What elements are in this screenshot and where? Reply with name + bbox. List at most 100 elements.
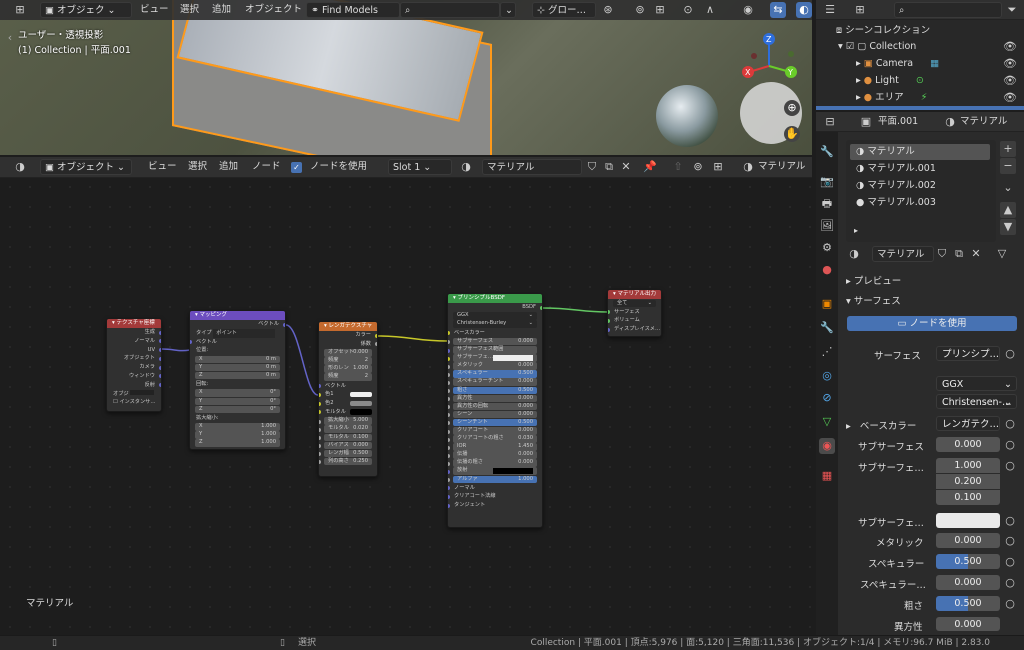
menu-object[interactable]: オブジェクト <box>245 3 302 17</box>
socket-clearcoat-normal[interactable]: クリアコート法線 <box>448 492 542 501</box>
scene-collection-row[interactable]: ⧈ シーンコレクション <box>836 24 930 38</box>
node-brick-texture[interactable]: ▾ レンガテクスチャ カラー 係数 オフセット 0.000 頻度 2 形のレン 1.0… <box>318 321 378 477</box>
outliner-type-icon[interactable]: ☰ <box>822 2 838 18</box>
remove-slot-icon[interactable]: − <box>1000 158 1016 174</box>
sss-method-dropdown[interactable]: Christensen-… ⌄ <box>936 394 1017 409</box>
scene-tab-icon[interactable]: ⚙ <box>819 240 835 256</box>
base-color-row[interactable]: ▸ ベースカラー <box>846 418 916 432</box>
prop-specular-tint-value[interactable]: 0.000 <box>936 575 1000 590</box>
socket-volume[interactable]: ボリューム <box>608 316 661 325</box>
use-nodes-button[interactable]: ▭ ノードを使用 <box>847 316 1017 331</box>
bsdf-field[interactable]: 伝播の粗さ 0.000 <box>448 459 537 467</box>
scale-y[interactable]: Y 1.000 <box>195 431 280 439</box>
rotation-z[interactable]: Z 0° <box>195 405 280 414</box>
bsdf-field[interactable]: クリアコートの粗さ 0.030 <box>448 435 537 443</box>
material-preview-icon[interactable]: ◑ <box>740 159 756 175</box>
brick-frequency-1[interactable]: 頻度 2 <box>324 357 372 365</box>
snap-mode-icon[interactable]: ⊞ <box>710 159 726 175</box>
node-header[interactable]: ▾ マテリアル出力 <box>608 290 661 299</box>
outliner-search-input[interactable]: ⌕ <box>894 2 1002 18</box>
socket-normal[interactable]: ノーマル <box>107 337 161 346</box>
instancer-checkbox[interactable]: ☐ インスタンサ… <box>107 398 161 407</box>
rotation-x[interactable]: X 0° <box>195 389 280 397</box>
eye-icon[interactable]: 👁 <box>1002 56 1018 72</box>
socket-normal[interactable]: ノーマル <box>448 484 542 493</box>
socket-fac-out[interactable]: 係数 <box>319 340 377 349</box>
render-tab-icon[interactable]: 📷 <box>819 174 835 190</box>
zoom-icon[interactable]: ⊕ <box>784 100 800 116</box>
bsdf-field[interactable]: シーンチント 0.500 <box>448 418 537 427</box>
rotation-y[interactable]: Y 0° <box>195 397 280 406</box>
type-dropdown[interactable]: タイプ ポイント <box>190 328 285 338</box>
gizmo-toggle-icon[interactable]: ⇆ <box>770 2 786 18</box>
snap-icon[interactable]: ⊚ <box>632 2 648 18</box>
socket-mortar[interactable]: モルタル <box>319 408 377 417</box>
material-slot-list[interactable]: ◑ マテリアル ◑ マテリアル.001 ◑ マテリアル.002 ● マテリアル.… <box>846 140 996 242</box>
node-editor-type-icon[interactable]: ◑ <box>12 159 28 175</box>
menu-add[interactable]: 追加 <box>212 3 231 17</box>
distribution-dropdown[interactable]: GGX ⌄ <box>936 376 1017 391</box>
add-slot-icon[interactable]: + <box>1000 141 1016 157</box>
socket-vector-in[interactable]: ベクトル <box>319 382 377 391</box>
prop-subsurface-radius-y[interactable]: 0.200 <box>936 474 1000 489</box>
bsdf-field[interactable]: 粗さ 0.500 <box>448 386 537 395</box>
surface-panel-header[interactable]: ▾ サーフェス <box>846 293 901 307</box>
material-slot-0[interactable]: ◑ マテリアル <box>850 144 990 160</box>
node-material-output[interactable]: ▾ マテリアル出力 全て ⌄ サーフェス ボリューム ディスプレイスメ… <box>607 289 662 337</box>
base-color-dropdown[interactable]: レンガテク… <box>936 416 1000 431</box>
node-header[interactable]: ▾ マッピング <box>190 311 285 320</box>
bsdf-field[interactable]: メタリック 0.000 <box>448 362 537 370</box>
brick-bias[interactable]: バイアス 0.000 <box>319 441 372 450</box>
world-tab-icon[interactable]: ● <box>819 262 835 278</box>
bsdf-field[interactable]: 異方性の回転 0.000 <box>448 402 537 411</box>
node-mapping[interactable]: ▾ マッピング ベクトル タイプ ポイント ベクトル 位置: X0 m Y0 m… <box>189 310 286 450</box>
material-name-field[interactable]: マテリアル <box>482 159 582 175</box>
sss-method-dropdown[interactable]: Christensen-Burley ⌄ <box>453 320 537 328</box>
slot-menu-icon[interactable]: ⌄ <box>1000 180 1016 196</box>
texture-tab-icon[interactable]: ▦ <box>819 468 835 484</box>
snap-node-icon[interactable]: ⊚ <box>690 159 706 175</box>
location-z[interactable]: Z0 m <box>195 371 280 380</box>
modifier-tab-icon[interactable]: 🔧 <box>819 320 835 336</box>
socket-tangent[interactable]: タンジェント <box>448 501 542 510</box>
data-tab-icon[interactable]: ▽ <box>819 414 835 430</box>
prop-metallic-value[interactable]: 0.000 <box>936 533 1000 548</box>
brick-mortar-size[interactable]: モルタル 0.020 <box>319 425 372 433</box>
socket-bsdf-out[interactable]: BSDF <box>448 303 542 312</box>
bsdf-field[interactable]: スペキュラーチント 0.000 <box>448 378 537 386</box>
node-header[interactable]: ▾ プリンシプルBSDF <box>448 294 542 303</box>
brick-width[interactable]: レンガ幅 0.500 <box>319 449 372 458</box>
list-expand-icon[interactable]: ▸ <box>854 224 858 238</box>
physics-tab-icon[interactable]: ◎ <box>819 368 835 384</box>
prop-subsurface-color-swatch[interactable] <box>936 513 1000 528</box>
unlink-icon[interactable]: ✕ <box>968 246 984 262</box>
socket-base-color[interactable]: ベースカラー <box>448 329 542 338</box>
link-mode-icon[interactable]: ▽ <box>994 246 1010 262</box>
socket-uv[interactable]: UV <box>107 346 161 355</box>
bsdf-field[interactable]: IOR 1.450 <box>448 443 537 451</box>
socket-link-icon[interactable]: ○ <box>1002 554 1018 570</box>
eye-icon[interactable]: 👁 <box>1002 73 1018 89</box>
menu-view[interactable]: ビュー <box>140 3 169 17</box>
particles-tab-icon[interactable]: ⋰ <box>819 344 835 360</box>
use-nodes-checkbox[interactable]: ✓ <box>291 162 302 173</box>
socket-vector-in[interactable]: ベクトル <box>190 338 285 347</box>
surface-shader-dropdown[interactable]: プリンシプ… <box>936 346 1000 361</box>
socket-vector-out[interactable]: ベクトル <box>190 320 285 329</box>
falloff-icon[interactable]: ∧ <box>702 2 718 18</box>
properties-type-icon[interactable]: ⊟ <box>822 114 838 130</box>
bsdf-field[interactable]: サブサーフェ… <box>448 354 537 362</box>
filter-icon[interactable]: ⏷ <box>1004 2 1020 18</box>
expand-icon[interactable]: ⌄ <box>500 2 516 18</box>
view-layer-tab-icon[interactable]: 🖼 <box>819 218 835 234</box>
prop-roughness-value[interactable]: 0.500 <box>936 596 1000 611</box>
viewport-search-input[interactable]: ⌕ <box>400 2 500 18</box>
pan-hand-icon[interactable]: ✋ <box>784 126 800 142</box>
material-slot-3[interactable]: ● マテリアル.003 <box>856 196 936 210</box>
prop-subsurface-radius-z[interactable]: 0.100 <box>936 490 1000 505</box>
socket-link-icon[interactable]: ○ <box>1002 575 1018 591</box>
socket-color2[interactable]: 色2 <box>319 399 377 408</box>
find-models-button[interactable]: ⚭ Find Models <box>306 2 400 18</box>
properties-material-name-field[interactable]: マテリアル <box>872 246 934 262</box>
node-menu-view[interactable]: ビュー <box>148 160 177 174</box>
